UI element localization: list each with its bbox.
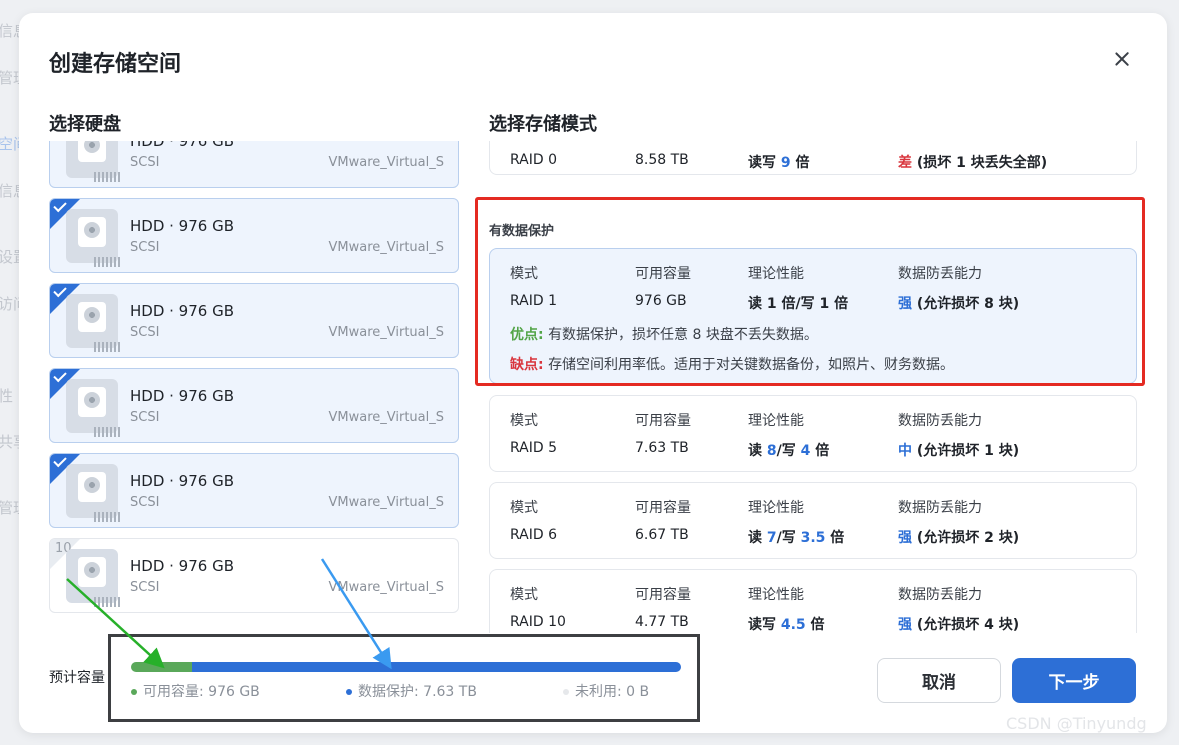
capacity-bar — [131, 662, 681, 672]
dialog-title: 创建存储空间 — [49, 52, 182, 77]
header-capacity: 可用容量 — [635, 413, 691, 429]
header-protection: 数据防丢能力 — [898, 500, 982, 516]
disk-name: HDD · 976 GB — [130, 141, 234, 150]
disk-card[interactable]: HDD · 976 GB SCSI VMware_Virtual_S — [49, 368, 459, 443]
close-icon[interactable] — [1109, 47, 1135, 73]
disk-card[interactable]: HDD · 976 GB SCSI VMware_Virtual_S — [49, 453, 459, 528]
header-performance: 理论性能 — [748, 413, 804, 429]
disk-name: HDD · 976 GB — [130, 557, 234, 575]
bg-menu-item: 性 — [0, 387, 14, 405]
raid-option-raid5[interactable]: 模式 可用容量 理论性能 数据防丢能力 RAID 5 7.63 TB 读 8/写… — [489, 395, 1137, 472]
disk-card[interactable]: 10 HDD · 976 GB SCSI VMware_Virtual_S — [49, 538, 459, 613]
hard-drive-icon — [66, 464, 122, 522]
raid5-protection: 中 (允许损坏 1 块) — [898, 443, 1020, 459]
header-protection: 数据防丢能力 — [898, 587, 982, 603]
estimate-capacity-label: 预计容量 — [49, 670, 105, 686]
raid6-protection: 强 (允许损坏 2 块) — [898, 530, 1020, 546]
raid10-mode: RAID 10 — [510, 614, 566, 630]
disk-bus: SCSI — [130, 410, 160, 425]
disk-card[interactable]: HDD · 976 GB SCSI VMware_Virtual_S — [49, 198, 459, 273]
disk-name: HDD · 976 GB — [130, 217, 234, 235]
disk-bus: SCSI — [130, 240, 160, 255]
raid1-mode: RAID 1 — [510, 293, 558, 309]
raid5-capacity: 7.63 TB — [635, 440, 689, 456]
disk-name: HDD · 976 GB — [130, 472, 234, 490]
raid5-mode: RAID 5 — [510, 440, 558, 456]
disk-list[interactable]: HDD · 976 GB SCSI VMware_Virtual_S HDD ·… — [49, 141, 459, 618]
raid10-performance: 读写 4.5 倍 — [748, 617, 825, 633]
header-capacity: 可用容量 — [635, 266, 691, 282]
disk-model: VMware_Virtual_S — [328, 410, 445, 425]
raid10-protection: 强 (允许损坏 4 块) — [898, 617, 1020, 633]
header-performance: 理论性能 — [748, 587, 804, 603]
create-storage-dialog: 创建存储空间 选择硬盘 选择存储模式 HDD · 976 GB SCSI VMw… — [19, 13, 1167, 733]
raid6-capacity: 6.67 TB — [635, 527, 689, 543]
hard-drive-icon — [66, 294, 122, 352]
disk-model: VMware_Virtual_S — [328, 580, 445, 595]
header-protection: 数据防丢能力 — [898, 266, 982, 282]
group-title-protected: 有数据保护 — [489, 224, 555, 239]
cancel-button[interactable]: 取消 — [877, 658, 1001, 703]
header-capacity: 可用容量 — [635, 587, 691, 603]
legend-unused: 未利用: 0 B — [563, 681, 649, 701]
header-mode: 模式 — [510, 413, 538, 429]
raid6-mode: RAID 6 — [510, 527, 558, 543]
legend-protection: 数据保护: 7.63 TB — [346, 681, 477, 701]
header-protection: 数据防丢能力 — [898, 413, 982, 429]
raid1-protection: 强 (允许损坏 8 块) — [898, 296, 1020, 312]
header-mode: 模式 — [510, 500, 538, 516]
next-button[interactable]: 下一步 — [1012, 658, 1136, 703]
raid10-capacity: 4.77 TB — [635, 614, 689, 630]
raid1-cons: 缺点: 存储空间利用率低。适用于对关键数据备份，如照片、财务数据。 — [510, 357, 955, 373]
header-performance: 理论性能 — [748, 266, 804, 282]
raid1-performance: 读 1 倍/写 1 倍 — [748, 296, 849, 312]
hard-drive-icon — [66, 141, 122, 182]
disk-model: VMware_Virtual_S — [328, 240, 445, 255]
select-disk-title: 选择硬盘 — [49, 114, 121, 135]
disk-card[interactable]: HDD · 976 GB SCSI VMware_Virtual_S — [49, 283, 459, 358]
disk-bus: SCSI — [130, 495, 160, 510]
header-capacity: 可用容量 — [635, 500, 691, 516]
raid-option-raid1[interactable]: 模式 可用容量 理论性能 数据防丢能力 RAID 1 976 GB 读 1 倍/… — [489, 248, 1137, 384]
raid1-capacity: 976 GB — [635, 293, 687, 309]
disk-name: HDD · 976 GB — [130, 387, 234, 405]
raid0-performance: 读写 9 倍 — [748, 155, 810, 171]
header-mode: 模式 — [510, 587, 538, 603]
disk-model: VMware_Virtual_S — [328, 325, 445, 340]
raid-mode-list[interactable]: RAID 0 8.58 TB 读写 9 倍 差 (损坏 1 块丢失全部) 有数据… — [489, 141, 1139, 633]
raid1-pros: 优点: 有数据保护，损坏任意 8 块盘不丢失数据。 — [510, 327, 818, 343]
disk-card[interactable]: HDD · 976 GB SCSI VMware_Virtual_S — [49, 141, 459, 188]
capacity-bar-available — [131, 662, 192, 672]
raid-option-raid0[interactable]: RAID 0 8.58 TB 读写 9 倍 差 (损坏 1 块丢失全部) — [489, 141, 1137, 175]
capacity-bar-protection — [192, 662, 681, 672]
raid5-performance: 读 8/写 4 倍 — [748, 443, 830, 459]
header-performance: 理论性能 — [748, 500, 804, 516]
disk-name: HDD · 976 GB — [130, 302, 234, 320]
raid-option-raid10[interactable]: 模式 可用容量 理论性能 数据防丢能力 RAID 10 4.77 TB 读写 4… — [489, 569, 1137, 633]
select-mode-title: 选择存储模式 — [489, 114, 597, 135]
disk-model: VMware_Virtual_S — [328, 495, 445, 510]
raid0-capacity: 8.58 TB — [635, 152, 689, 168]
raid0-protection: 差 (损坏 1 块丢失全部) — [898, 155, 1048, 171]
hard-drive-icon — [66, 209, 122, 267]
disk-bus: SCSI — [130, 325, 160, 340]
header-mode: 模式 — [510, 266, 538, 282]
raid-option-raid6[interactable]: 模式 可用容量 理论性能 数据防丢能力 RAID 6 6.67 TB 读 7/写… — [489, 482, 1137, 559]
disk-bus: SCSI — [130, 580, 160, 595]
legend-available: 可用容量: 976 GB — [131, 681, 260, 701]
hard-drive-icon — [66, 549, 122, 607]
hard-drive-icon — [66, 379, 122, 437]
disk-bus: SCSI — [130, 155, 160, 170]
watermark: CSDN @Tinyundg — [1006, 714, 1147, 733]
raid6-performance: 读 7/写 3.5 倍 — [748, 530, 845, 546]
capacity-summary-box: 可用容量: 976 GB 数据保护: 7.63 TB 未利用: 0 B — [108, 634, 700, 722]
disk-model: VMware_Virtual_S — [328, 155, 445, 170]
raid0-mode: RAID 0 — [510, 152, 558, 168]
